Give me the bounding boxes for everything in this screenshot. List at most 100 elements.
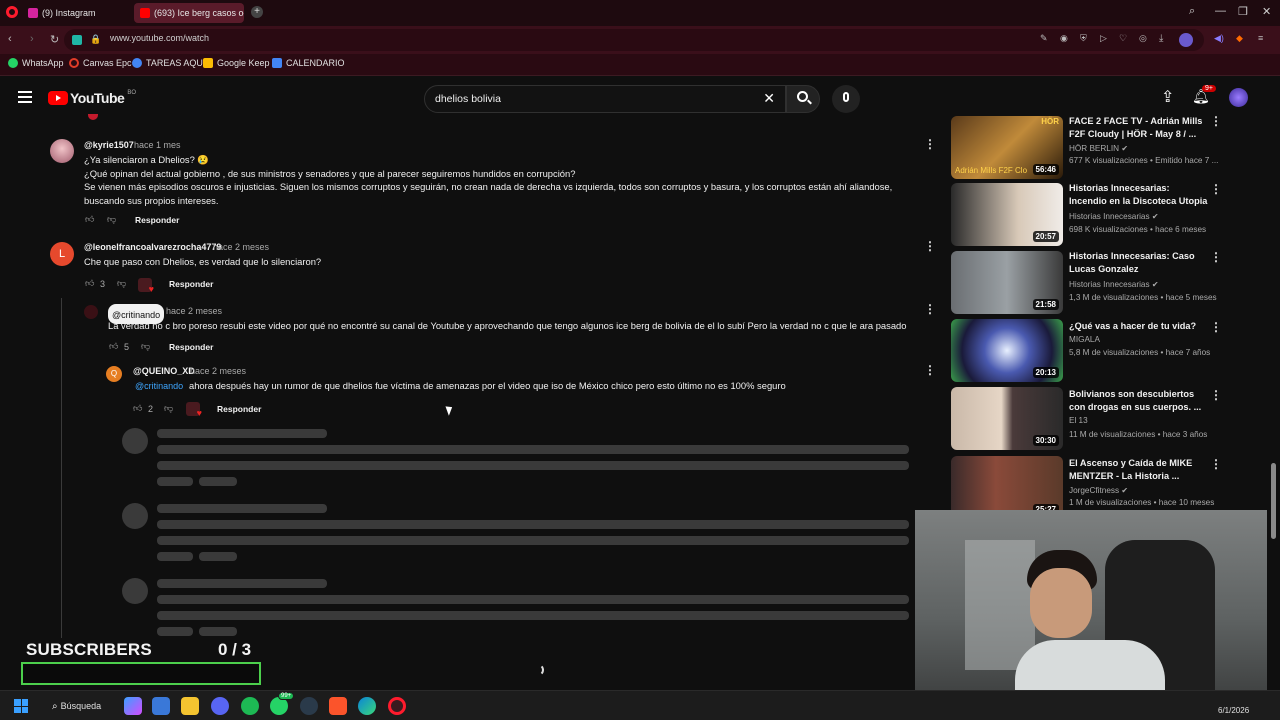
- notifications-button[interactable]: 🔔︎ 9+: [1192, 85, 1216, 106]
- channel-name[interactable]: Historias Innecesarias ✔︎: [1069, 279, 1159, 289]
- more-options-icon[interactable]: ⋮: [1210, 114, 1222, 128]
- minimize-icon[interactable]: —: [1215, 5, 1226, 17]
- channel-name[interactable]: Historias Innecesarias ✔︎: [1069, 211, 1159, 221]
- channel-name[interactable]: MIGALA: [1069, 335, 1100, 344]
- dislike-icon[interactable]: 👎︎: [164, 403, 173, 414]
- reply-button[interactable]: Responder: [217, 404, 261, 414]
- reply-button[interactable]: Responder: [135, 215, 179, 225]
- forward-icon[interactable]: ›: [30, 33, 34, 45]
- flow-icon[interactable]: ◎: [1139, 33, 1147, 44]
- video-title[interactable]: FACE 2 FACE TV - Adrián Mills F2F Cloudy…: [1069, 115, 1209, 141]
- avatar[interactable]: Q: [106, 366, 122, 382]
- video-thumbnail[interactable]: 20:13: [951, 319, 1063, 382]
- more-options-icon[interactable]: ⋮: [1210, 457, 1222, 471]
- channel-name[interactable]: HÖR BERLIN ✔︎: [1069, 143, 1128, 153]
- account-avatar[interactable]: [1229, 88, 1248, 107]
- upload-icon[interactable]: ⇪: [1161, 87, 1174, 107]
- mention-link[interactable]: @critinando: [135, 381, 183, 391]
- more-options-icon[interactable]: ⋮: [924, 302, 936, 316]
- youtube-logo[interactable]: YouTube BO: [48, 90, 136, 106]
- clear-search-icon[interactable]: ✕: [763, 90, 775, 107]
- url-field[interactable]: [64, 29, 1204, 51]
- comment-time[interactable]: hace 2 meses: [190, 366, 246, 376]
- heart-icon[interactable]: ♡: [1119, 33, 1127, 44]
- dislike-icon[interactable]: 👎︎: [107, 214, 116, 225]
- scrollbar[interactable]: [1271, 463, 1276, 539]
- comment-time[interactable]: hace 2 meses: [213, 242, 269, 252]
- copilot-icon[interactable]: [124, 697, 142, 715]
- dislike-icon[interactable]: 👎︎: [117, 278, 126, 289]
- edit-icon[interactable]: ✎: [1040, 33, 1048, 44]
- reply-button[interactable]: Responder: [169, 342, 213, 352]
- video-title[interactable]: Bolivianos son descubiertos con drogas e…: [1069, 388, 1209, 414]
- bookmark-whatsapp[interactable]: WhatsApp: [8, 58, 64, 68]
- steam-icon[interactable]: [300, 697, 318, 715]
- close-icon[interactable]: ✕: [1262, 5, 1271, 18]
- profile-avatar[interactable]: [1179, 33, 1193, 47]
- play-icon[interactable]: ▷: [1100, 33, 1107, 44]
- search-button[interactable]: [786, 85, 820, 113]
- download-icon[interactable]: ⤓: [1159, 33, 1163, 44]
- avatar[interactable]: L: [50, 242, 74, 266]
- new-tab-button[interactable]: +: [251, 6, 263, 18]
- search-tabs-icon[interactable]: ⌕: [1189, 5, 1195, 18]
- more-options-icon[interactable]: ⋮: [924, 239, 936, 253]
- back-icon[interactable]: ‹: [8, 33, 12, 45]
- bookmark-canvas[interactable]: Canvas Epc: [69, 58, 132, 68]
- video-title[interactable]: El Ascenso y Caída de MIKE MENTZER - La …: [1069, 457, 1209, 483]
- spotify-icon[interactable]: [241, 697, 259, 715]
- video-thumbnail[interactable]: 30:30: [951, 387, 1063, 450]
- comment-author[interactable]: @kyrie1507: [84, 140, 134, 150]
- avatar[interactable]: [50, 139, 74, 163]
- shield-icon[interactable]: ⛨: [1080, 33, 1087, 44]
- comment-author[interactable]: @QUEINO_XD: [133, 366, 195, 376]
- video-title[interactable]: Historias Innecesarias: Incendio en la D…: [1069, 182, 1209, 208]
- whatsapp-icon[interactable]: 99+: [270, 692, 295, 715]
- camera-icon[interactable]: ◉: [1060, 33, 1068, 44]
- extension-icon[interactable]: ◆: [1236, 33, 1243, 44]
- reply-button[interactable]: Responder: [169, 279, 213, 289]
- like-icon[interactable]: 👍︎: [85, 278, 94, 289]
- like-icon[interactable]: 👍︎: [85, 214, 94, 225]
- video-thumbnail[interactable]: HÖR Adrián Mills F2F Clo 56:46: [951, 116, 1063, 179]
- opera-logo-icon[interactable]: [6, 6, 18, 18]
- dislike-icon[interactable]: 👎︎: [141, 341, 150, 352]
- music-icon[interactable]: ◀): [1214, 33, 1224, 44]
- comment-time[interactable]: hace 2 meses: [166, 306, 222, 316]
- video-thumbnail[interactable]: 20:57: [951, 183, 1063, 246]
- store-icon[interactable]: [152, 697, 170, 715]
- tab-youtube[interactable]: (693) Ice berg casos ocurr: [134, 3, 244, 23]
- reload-icon[interactable]: ↻: [50, 33, 59, 46]
- bookmark-keep[interactable]: Google Keep: [203, 58, 270, 68]
- video-thumbnail[interactable]: 21:58: [951, 251, 1063, 314]
- comment-author[interactable]: @leonelfrancoalvarezrocha4779: [84, 242, 221, 252]
- discord-icon[interactable]: [211, 697, 229, 715]
- more-options-icon[interactable]: ⋮: [924, 363, 936, 377]
- more-options-icon[interactable]: ⋮: [1210, 250, 1222, 264]
- bookmark-calendario[interactable]: CALENDARIO: [272, 58, 345, 68]
- menu-icon[interactable]: ≡: [1258, 33, 1263, 43]
- more-options-icon[interactable]: ⋮: [1210, 182, 1222, 196]
- hamburger-menu-icon[interactable]: [18, 91, 32, 103]
- more-options-icon[interactable]: ⋮: [924, 137, 936, 151]
- edge-icon[interactable]: [358, 697, 376, 715]
- channel-name[interactable]: JorgeCfitness ✔︎: [1069, 485, 1128, 495]
- bookmark-tareas[interactable]: TAREAS AQUI: [132, 58, 205, 68]
- channel-name[interactable]: El 13: [1069, 416, 1088, 425]
- avatar[interactable]: [84, 305, 98, 319]
- like-icon[interactable]: 👍︎: [133, 403, 142, 414]
- opera-icon[interactable]: [388, 697, 406, 715]
- tab-instagram[interactable]: (9) Instagram: [22, 3, 130, 23]
- like-icon[interactable]: 👍︎: [109, 341, 118, 352]
- search-input[interactable]: dhelios bolivia ✕: [424, 85, 786, 113]
- more-options-icon[interactable]: ⋮: [1210, 320, 1222, 334]
- file-explorer-icon[interactable]: [181, 697, 199, 715]
- voice-search-button[interactable]: [832, 85, 860, 113]
- taskbar-search[interactable]: ⌕ Búsqueda: [44, 696, 116, 716]
- comment-time[interactable]: hace 1 mes: [134, 140, 181, 150]
- video-title[interactable]: ¿Qué vas a hacer de tu vida?: [1069, 320, 1209, 333]
- site-info-icon[interactable]: [72, 35, 82, 45]
- maximize-icon[interactable]: ❐: [1238, 5, 1248, 18]
- windows-start-icon[interactable]: [14, 699, 28, 713]
- more-options-icon[interactable]: ⋮: [1210, 388, 1222, 402]
